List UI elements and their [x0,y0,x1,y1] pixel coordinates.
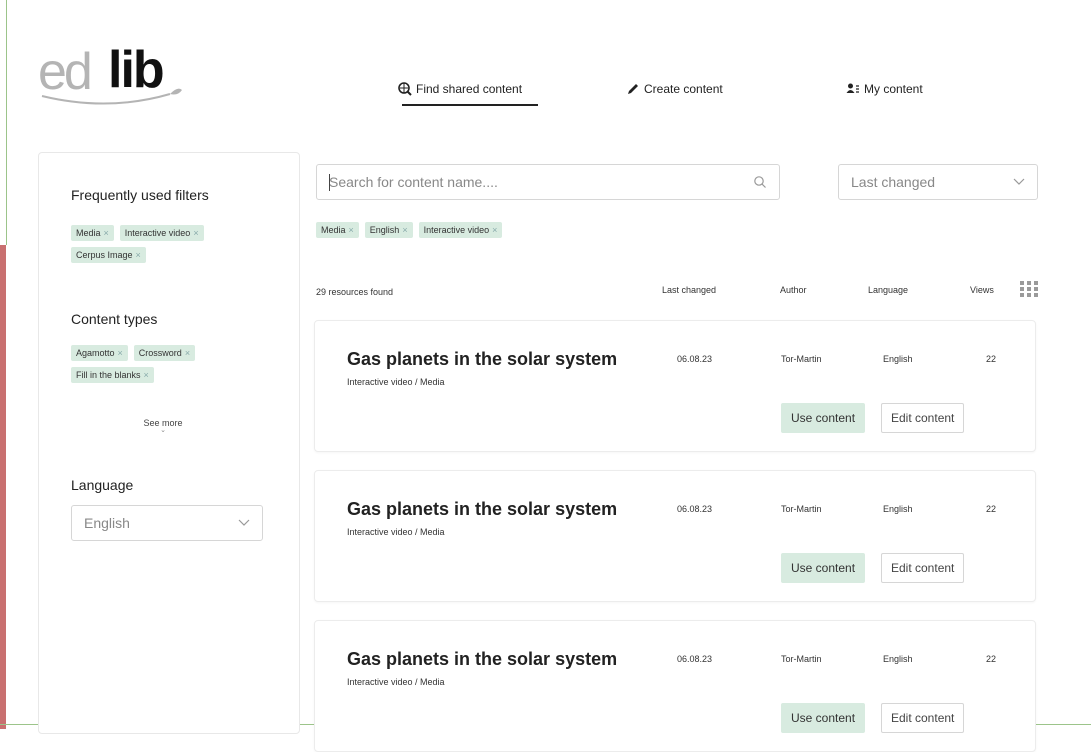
remove-chip-icon[interactable]: × [492,225,497,235]
text-cursor [329,174,330,191]
language-select-value: English [84,515,130,531]
search-input[interactable] [317,173,753,191]
filter-chip[interactable]: Fill in the blanks × [71,367,154,383]
chevron-down-icon: ⌄ [160,427,166,434]
remove-chip-icon[interactable]: × [118,348,123,358]
card-date: 06.08.23 [677,654,713,664]
chip-label: Fill in the blanks [76,370,141,380]
remove-chip-icon[interactable]: × [349,225,354,235]
chevron-down-icon [238,519,250,526]
use-content-button[interactable]: Use content [781,553,866,583]
nav-label: Create content [644,82,723,96]
card-title[interactable]: Gas planets in the solar system [347,499,617,520]
nav-label: Find shared content [416,82,523,96]
search-icon[interactable] [753,175,767,189]
filter-chip[interactable]: Agamotto × [71,345,128,361]
nav-create-content[interactable]: Create content [626,82,723,96]
chevron-down-icon [1013,178,1025,185]
active-filter-chip[interactable]: English × [364,222,413,238]
filter-sidebar: Frequently used filters Media × Interacti… [38,152,300,734]
remove-chip-icon[interactable]: × [144,370,149,380]
filter-chip[interactable]: Interactive video × [119,225,204,241]
content-types-heading: Content types [71,311,158,327]
card-author: Tor-Martin [781,504,822,514]
chip-label: Crossword [138,348,182,358]
card-date: 06.08.23 [677,504,713,514]
column-header-author[interactable]: Author [780,285,807,295]
search-box [316,164,780,200]
filter-chip[interactable]: Cerpus Image × [71,247,146,263]
card-subtitle: Interactive video / Media [347,677,445,687]
left-edge-bar [0,245,6,729]
search-globe-icon [398,82,412,96]
active-filter-chips: Media × English × Interactive video × [316,222,576,244]
language-heading: Language [71,477,134,493]
remove-chip-icon[interactable]: × [104,228,109,238]
filter-chip[interactable]: Media × [71,225,114,241]
grid-view-icon[interactable] [1020,281,1038,297]
chip-label: Agamotto [76,348,115,358]
edit-content-button[interactable]: Edit content [881,403,965,433]
edit-content-button[interactable]: Edit content [881,553,965,583]
content-type-chips: Agamotto × Crossword × Fill in the blanks × [71,345,271,389]
active-filter-chip[interactable]: Media × [316,222,359,238]
card-title[interactable]: Gas planets in the solar system [347,349,617,370]
chip-label: English [369,225,400,235]
result-count: 29 resources found [316,287,394,297]
language-select[interactable]: English [71,505,263,541]
card-views: 22 [986,354,997,364]
result-card[interactable]: Gas planets in the solar system Interact… [314,620,1036,752]
top-nav: Find shared content Create content My co… [0,80,1091,110]
card-language: English [883,654,913,664]
remove-chip-icon[interactable]: × [193,228,198,238]
column-header-last-changed[interactable]: Last changed [662,285,716,295]
sort-select[interactable]: Last changed [838,164,1038,200]
nav-find-shared-content[interactable]: Find shared content [398,82,539,106]
card-language: English [883,354,913,364]
result-card[interactable]: Gas planets in the solar system Interact… [314,320,1036,452]
chip-label: Interactive video [124,228,191,238]
active-filter-chip[interactable]: Interactive video × [418,222,503,238]
card-language: English [883,504,913,514]
card-date: 06.08.23 [677,354,713,364]
pencil-icon [628,84,638,94]
card-title[interactable]: Gas planets in the solar system [347,649,617,670]
frequent-filter-chips: Media × Interactive video × Cerpus Image × [71,225,271,269]
sort-select-value: Last changed [851,174,936,190]
card-subtitle: Interactive video / Media [347,377,445,387]
chip-label: Media [321,225,346,235]
nav-label: My content [864,82,923,96]
chip-label: Interactive video [423,225,490,235]
see-more-button[interactable]: See more ⌄ [139,418,187,434]
left-edge-line [6,0,7,245]
chip-label: Cerpus Image [76,250,133,260]
card-subtitle: Interactive video / Media [347,527,445,537]
filter-chip[interactable]: Crossword × [133,345,196,361]
card-views: 22 [986,654,997,664]
remove-chip-icon[interactable]: × [136,250,141,260]
chip-label: Media [76,228,101,238]
nav-my-content[interactable]: My content [846,82,923,96]
remove-chip-icon[interactable]: × [185,348,190,358]
result-card[interactable]: Gas planets in the solar system Interact… [314,470,1036,602]
card-views: 22 [986,504,997,514]
card-author: Tor-Martin [781,654,822,664]
column-header-views[interactable]: Views [970,285,994,295]
use-content-button[interactable]: Use content [781,403,866,433]
card-author: Tor-Martin [781,354,822,364]
user-list-icon [846,83,859,93]
column-header-language[interactable]: Language [868,285,908,295]
frequent-filters-heading: Frequently used filters [71,187,209,203]
remove-chip-icon[interactable]: × [402,225,407,235]
